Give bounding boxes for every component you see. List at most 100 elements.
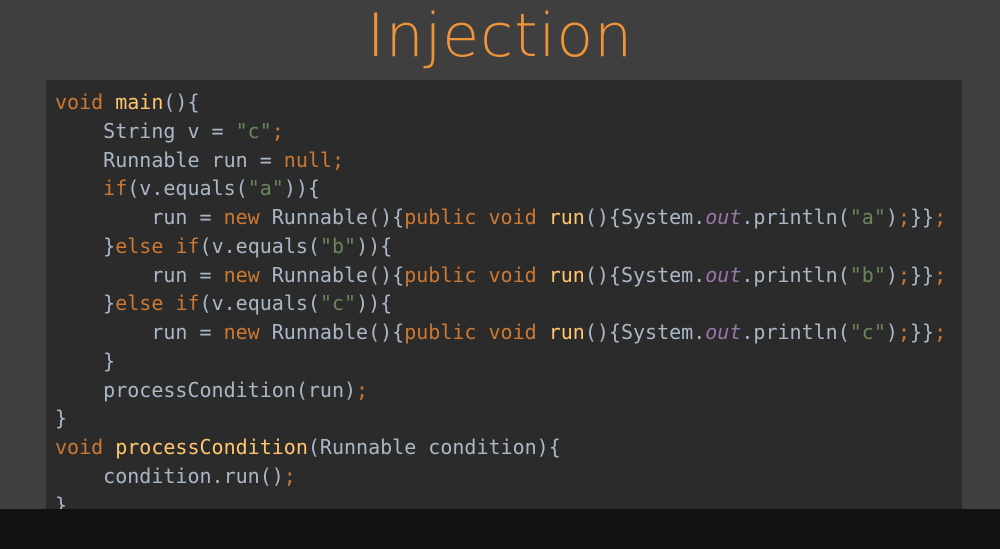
code-text: } <box>55 291 116 316</box>
code-text: )){ <box>356 233 393 258</box>
code-text: )){ <box>283 176 320 201</box>
code-text: (){System. <box>584 320 706 344</box>
code-text: (){System. <box>584 205 706 229</box>
code-text: (){ <box>163 90 200 114</box>
code-keyword: ; <box>356 377 369 402</box>
code-function-name: main <box>115 90 164 114</box>
code-keyword: void <box>488 262 537 287</box>
code-text: } <box>55 348 116 373</box>
code-line: } <box>55 347 962 376</box>
code-text: .println( <box>741 262 850 287</box>
code-keyword: if <box>175 233 200 258</box>
code-text: (){System. <box>584 262 706 287</box>
code-keyword: ; <box>897 205 910 229</box>
code-field: out <box>705 320 742 344</box>
code-line: void processCondition(Runnable condition… <box>55 433 962 462</box>
code-keyword: ; <box>934 320 947 344</box>
code-keyword: ; <box>897 262 910 287</box>
code-function-name: run <box>548 262 585 287</box>
code-text: )){ <box>356 291 393 316</box>
code-text: String v = <box>55 118 236 143</box>
code-text: Runnable run = <box>55 147 284 172</box>
code-keyword: void <box>55 435 104 459</box>
code-keyword: void <box>488 320 537 344</box>
code-keyword: new <box>223 262 260 287</box>
code-text: (v.equals( <box>127 176 248 201</box>
code-text: (Runnable condition){ <box>307 435 561 459</box>
code-block: void main(){ String v = "c"; Runnable ru… <box>46 80 962 526</box>
code-keyword: public <box>404 205 477 229</box>
code-string: "c" <box>849 320 886 344</box>
code-keyword: void <box>488 205 537 229</box>
code-string: "a" <box>247 176 284 201</box>
code-line: } <box>55 404 962 433</box>
code-text: ) <box>885 320 898 344</box>
code-keyword: void <box>55 90 104 114</box>
code-line: if(v.equals("a")){ <box>55 174 962 203</box>
code-text: ) <box>885 205 898 229</box>
code-string: "a" <box>849 205 886 229</box>
code-line: void main(){ <box>55 88 962 117</box>
code-keyword: if <box>175 291 200 316</box>
code-keyword: ; <box>934 262 947 287</box>
code-text: Runnable(){ <box>259 205 405 229</box>
code-line: Runnable run = null; <box>55 146 962 175</box>
code-string: "c" <box>235 118 272 143</box>
code-text: run = <box>55 262 224 287</box>
code-keyword: null <box>283 147 332 172</box>
code-text: run = <box>55 205 224 229</box>
code-keyword: ; <box>271 118 284 143</box>
slide-title: Injection <box>366 1 634 71</box>
code-text: run = <box>55 320 224 344</box>
code-keyword: public <box>404 262 477 287</box>
code-keyword: ; <box>934 205 947 229</box>
code-text: }} <box>909 205 935 229</box>
code-field: out <box>705 205 742 229</box>
code-text: } <box>55 406 68 431</box>
code-keyword: ; <box>331 147 344 172</box>
code-text: Runnable(){ <box>259 320 405 344</box>
code-line: condition.run(); <box>55 462 962 491</box>
code-keyword: else <box>115 291 164 316</box>
code-field: out <box>705 262 742 287</box>
code-line: }else if(v.equals("b")){ <box>55 232 962 261</box>
code-text: } <box>55 233 116 258</box>
code-keyword: public <box>404 320 477 344</box>
code-string: "b" <box>849 262 886 287</box>
code-string: "b" <box>319 233 357 258</box>
code-keyword: new <box>223 205 260 229</box>
code-text: .println( <box>741 205 850 229</box>
code-keyword: ; <box>897 320 910 344</box>
code-text: .println( <box>741 320 850 344</box>
code-keyword: new <box>223 320 260 344</box>
code-keyword: if <box>103 176 128 201</box>
code-text: Runnable(){ <box>259 262 405 287</box>
code-text: ) <box>885 262 898 287</box>
code-text: }} <box>909 320 935 344</box>
code-line: String v = "c"; <box>55 117 962 146</box>
code-text: (v.equals( <box>199 233 320 258</box>
code-function-name: run <box>548 320 585 344</box>
code-text: processCondition(run) <box>55 377 357 402</box>
code-keyword: else <box>115 233 164 258</box>
code-line: processCondition(run); <box>55 376 962 405</box>
code-line: run = new Runnable(){public void run(){S… <box>55 203 962 232</box>
code-text: condition.run() <box>55 463 284 488</box>
code-line: run = new Runnable(){public void run(){S… <box>55 318 962 347</box>
code-string: "c" <box>319 291 357 316</box>
code-line: }else if(v.equals("c")){ <box>55 289 962 318</box>
code-line: run = new Runnable(){public void run(){S… <box>55 261 962 290</box>
bottom-bar <box>0 509 1000 549</box>
code-text: }} <box>909 262 935 287</box>
